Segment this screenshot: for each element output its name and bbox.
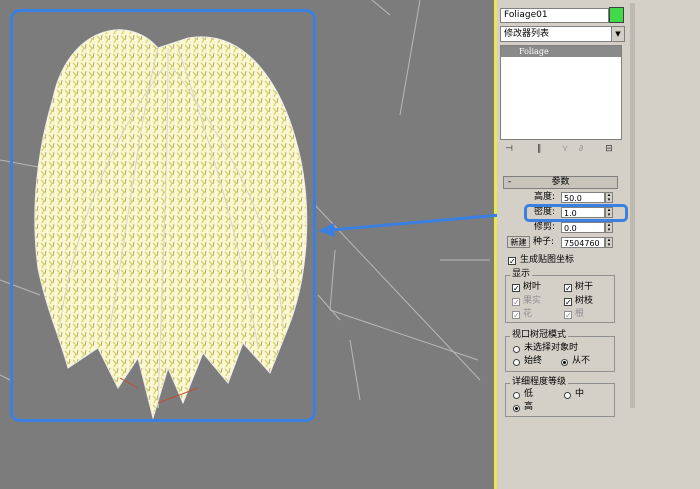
seed-input[interactable]: 7504760	[561, 237, 605, 248]
lod-low-label: 低	[524, 389, 534, 399]
canopy-never-radio[interactable]	[561, 359, 568, 366]
leaves-checkbox[interactable]: ✓	[512, 284, 520, 293]
modifier-stack[interactable]: Foliage	[500, 45, 622, 140]
prune-input[interactable]: 0.0	[561, 222, 605, 233]
canopy-when-not-selected-radio[interactable]	[513, 346, 520, 353]
canopy-always-radio[interactable]	[513, 359, 520, 366]
configure-sets-icon[interactable]: ⊟	[602, 143, 616, 156]
branches-checkbox[interactable]: ✓	[564, 298, 572, 307]
panel-scrollbar[interactable]	[630, 3, 635, 408]
stack-item-foliage[interactable]: Foliage	[501, 46, 621, 57]
lod-high-label: 高	[524, 402, 534, 412]
make-unique-icon[interactable]: ⋎	[558, 143, 572, 156]
height-label: 高度:	[534, 192, 556, 202]
lod-group	[505, 383, 615, 417]
gen-map-coords-checkbox[interactable]: ✓	[508, 257, 516, 266]
new-seed-button[interactable]: 新建	[507, 236, 530, 248]
roots-label: 根	[575, 309, 585, 319]
modifier-list-dropdown[interactable]: 修改器列表 ▼	[500, 26, 625, 42]
canopy-always-label: 始终	[524, 356, 543, 366]
object-name-field[interactable]: Foliage01	[500, 8, 609, 23]
object-color-swatch[interactable]	[609, 7, 624, 23]
rollout-title: 参数	[551, 177, 570, 187]
height-spinner-arrows[interactable]: ▴ ▾	[605, 192, 613, 203]
trunk-checkbox[interactable]: ✓	[564, 284, 572, 293]
canopy-never-label: 从不	[572, 356, 591, 366]
lod-medium-radio[interactable]	[564, 392, 571, 399]
roots-checkbox[interactable]: ✓	[564, 311, 572, 320]
stack-toolbar: ⊣ ∥ ⋎ ∂ ⊟	[500, 143, 620, 157]
gen-map-coords-label: 生成贴图坐标	[520, 255, 575, 265]
flowers-label: 花	[523, 309, 533, 319]
display-group-title: 显示	[510, 269, 533, 280]
canopy-mode-title: 视口树冠模式	[510, 330, 569, 341]
display-group	[505, 275, 615, 323]
remove-modifier-icon[interactable]: ∂	[574, 143, 588, 156]
parameters-rollout-header[interactable]: - 参数	[503, 176, 618, 189]
fruit-label: 果实	[523, 296, 542, 306]
prune-spinner-arrows[interactable]: ▴ ▾	[605, 222, 613, 233]
seed-spinner-arrows[interactable]: ▴ ▾	[605, 237, 613, 248]
lod-low-radio[interactable]	[513, 392, 520, 399]
modifier-list-label: 修改器列表	[504, 29, 550, 39]
lod-high-radio[interactable]	[513, 405, 520, 412]
branches-label: 树枝	[575, 296, 594, 306]
density-highlight-box	[524, 204, 628, 222]
flowers-checkbox[interactable]: ✓	[512, 311, 520, 320]
seed-label: 种子:	[533, 237, 555, 247]
canopy-mode-group	[505, 336, 615, 372]
trunk-label: 树干	[575, 282, 594, 292]
leaves-label: 树叶	[523, 282, 542, 292]
chevron-down-icon: ▼	[611, 27, 624, 41]
prune-label: 修剪:	[534, 222, 556, 232]
pin-stack-icon[interactable]: ⊣	[502, 143, 516, 156]
show-end-result-icon[interactable]: ∥	[532, 143, 546, 156]
lod-medium-label: 中	[575, 389, 585, 399]
lod-group-title: 详细程度等级	[510, 377, 569, 388]
canopy-when-not-selected-label: 未选择对象时	[524, 343, 579, 353]
height-input[interactable]: 50.0	[561, 192, 605, 203]
fruit-checkbox[interactable]: ✓	[512, 298, 520, 307]
